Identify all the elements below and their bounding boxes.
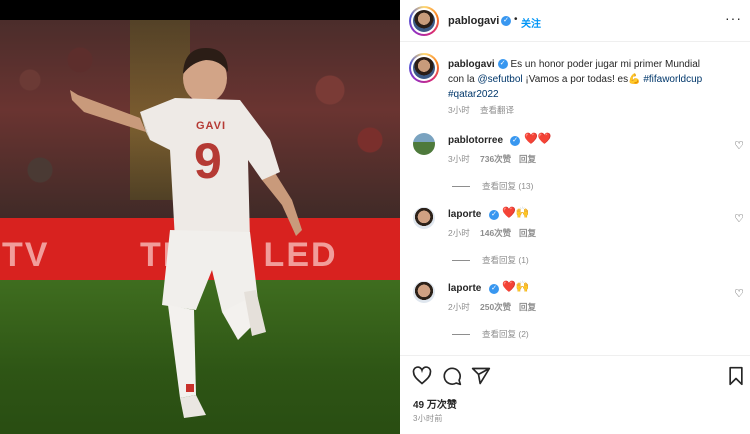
like-comment-heart-icon[interactable]: ♡: [734, 212, 744, 225]
comment-username-3[interactable]: laporte: [448, 283, 481, 294]
comment-text-3: ❤️🙌: [502, 281, 530, 293]
post-header: pablogavi ✓ • 关注 ···: [400, 0, 750, 42]
comment-text-1: ❤️❤️: [524, 133, 552, 145]
comment-username-1[interactable]: pablotorree: [448, 135, 503, 146]
view-replies-1[interactable]: 查看回复 (13): [452, 180, 533, 192]
hashtag-link-qatar2022[interactable]: #qatar2022: [448, 89, 499, 100]
comment-username-2[interactable]: laporte: [448, 209, 481, 220]
save-bookmark-icon[interactable]: [727, 366, 745, 386]
more-options-icon[interactable]: ···: [725, 10, 742, 26]
action-bar: [400, 355, 750, 434]
caption-avatar[interactable]: [409, 53, 439, 83]
verified-icon: ✓: [497, 59, 508, 70]
player-figure: [70, 48, 302, 418]
like-comment-heart-icon[interactable]: ♡: [734, 287, 744, 300]
post-time: 3小时前: [413, 414, 443, 423]
comment-time-2: 2小时: [448, 228, 470, 238]
comment-likes-2[interactable]: 146次赞: [480, 227, 511, 239]
caption-time: 3小时: [448, 105, 470, 115]
comment-icon[interactable]: [442, 366, 462, 386]
comment-time-3: 2小时: [448, 302, 470, 312]
caption-username[interactable]: pablogavi: [448, 59, 495, 70]
reply-button-3[interactable]: 回复: [519, 301, 536, 313]
mention-link[interactable]: @sefutbol: [477, 74, 522, 85]
caption-text-2: ¡Vamos a por todas! es: [522, 74, 629, 85]
comment-likes-3[interactable]: 250次赞: [480, 301, 511, 313]
follow-button[interactable]: 关注: [521, 15, 541, 30]
header-username[interactable]: pablogavi: [448, 15, 499, 27]
verified-icon: ✓: [489, 210, 499, 220]
author-avatar[interactable]: [409, 6, 439, 36]
like-count[interactable]: 49 万次赞: [413, 396, 457, 411]
verified-icon: ✓: [501, 16, 511, 26]
flexed-biceps-emoji-icon: 💪: [628, 74, 641, 85]
comment-text-2: ❤️🙌: [502, 207, 530, 219]
comment-avatar-3[interactable]: [413, 281, 435, 303]
reply-button-2[interactable]: 回复: [519, 227, 536, 239]
comment-likes-1[interactable]: 736次赞: [480, 153, 511, 165]
hashtag-link-fifaworldcup[interactable]: #fifaworldcup: [643, 74, 702, 85]
post-photo[interactable]: TV TE Mi LED GAVI 9: [0, 0, 400, 434]
verified-icon: ✓: [510, 136, 520, 146]
verified-icon: ✓: [489, 284, 499, 294]
comment-time-1: 3小时: [448, 154, 470, 164]
share-icon[interactable]: [471, 366, 491, 386]
comment-avatar-1[interactable]: [413, 133, 435, 155]
jersey-name: GAVI: [196, 120, 227, 132]
header-separator: •: [514, 14, 518, 25]
like-heart-icon[interactable]: [412, 366, 432, 386]
post-caption: pablogavi ✓ Es un honor poder jugar mi pr…: [448, 57, 708, 102]
jersey-number: 9: [194, 133, 222, 189]
post-panel: pablogavi ✓ • 关注 ··· pablogavi ✓ Es un ho…: [400, 0, 750, 434]
see-translation-link[interactable]: 查看翻译: [480, 104, 514, 116]
view-replies-3[interactable]: 查看回复 (2): [452, 328, 529, 340]
view-replies-2[interactable]: 查看回复 (1): [452, 254, 529, 266]
reply-button-1[interactable]: 回复: [519, 153, 536, 165]
comment-avatar-2[interactable]: [413, 207, 435, 229]
like-comment-heart-icon[interactable]: ♡: [734, 139, 744, 152]
